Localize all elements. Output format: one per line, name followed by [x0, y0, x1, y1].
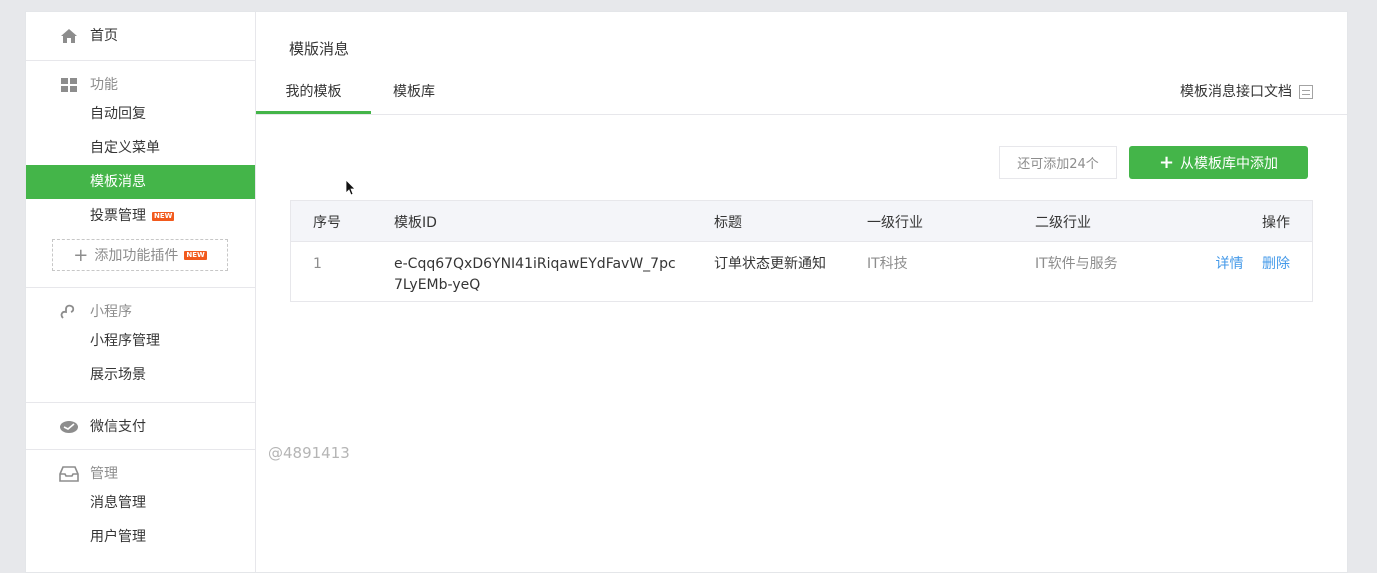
mini-program-icon [59, 302, 79, 322]
cell-index: 1 [313, 256, 322, 272]
tab-my-templates[interactable]: 我的模板 [256, 78, 371, 114]
new-badge: NEW [184, 250, 207, 260]
sidebar-item-label: 小程序管理 [90, 333, 160, 349]
sidebar-item-custom-menu[interactable]: 自定义菜单 [26, 131, 255, 165]
sidebar-item-label: 自定义菜单 [90, 140, 160, 156]
cell-operations: 详情 删除 [1216, 254, 1290, 275]
nav-group-management: 管理 消息管理 用户管理 [26, 450, 255, 564]
cell-title: 订单状态更新通知 [714, 256, 826, 272]
table-row: 1 e-Cqq67QxD6YNI41iRiqawEYdFavW_7pc7LyEM… [291, 242, 1312, 303]
nav-group-wechat-pay: 微信支付 [26, 403, 255, 450]
home-icon [59, 26, 79, 46]
sidebar-item-label: 模板消息 [90, 174, 146, 190]
sidebar-group-label: 小程序 [90, 304, 132, 320]
add-plugin-button[interactable]: + 添加功能插件 NEW [52, 239, 228, 271]
col-header-title: 标题 [714, 215, 742, 231]
tab-template-library[interactable]: 模板库 [378, 78, 450, 114]
plus-icon: + [73, 244, 89, 266]
template-table: 序号 模板ID 标题 一级行业 二级行业 操作 1 e-Cqq67QxD6YNI… [290, 200, 1313, 302]
api-doc-link[interactable]: 模板消息接口文档 [1180, 78, 1313, 106]
watermark: @4891413 [268, 444, 350, 462]
sidebar-item-wechat-pay[interactable]: 微信支付 [26, 415, 255, 439]
sidebar-item-vote-management[interactable]: 投票管理 NEW [26, 199, 255, 233]
sidebar-group-label: 功能 [90, 77, 118, 93]
sidebar: 首页 功能 自动回复 自定义菜单 模板消息 投票管理 NEW + 添加功能插件 … [26, 12, 256, 572]
sidebar-group-title-management: 管理 [26, 462, 255, 486]
sidebar-item-home[interactable]: 首页 [26, 24, 255, 48]
col-header-industry1: 一级行业 [867, 215, 923, 231]
remaining-quota: 还可添加24个 [999, 146, 1117, 179]
col-header-index: 序号 [313, 215, 341, 231]
sidebar-item-mini-program-management[interactable]: 小程序管理 [26, 324, 255, 358]
col-header-template-id: 模板ID [394, 215, 437, 231]
plus-icon: + [1158, 152, 1175, 173]
sidebar-group-label: 管理 [90, 466, 118, 482]
nav-group-mini-program: 小程序 小程序管理 展示场景 [26, 288, 255, 403]
sidebar-item-label: 用户管理 [90, 529, 146, 545]
main-content: 模版消息 我的模板 模板库 模板消息接口文档 还可添加24个 + 从模板库中添加… [256, 12, 1347, 572]
col-header-industry2: 二级行业 [1035, 215, 1091, 231]
sidebar-item-label: 展示场景 [90, 367, 146, 383]
sidebar-group-title-features: 功能 [26, 73, 255, 97]
mouse-cursor-icon [345, 179, 357, 201]
sidebar-item-user-management[interactable]: 用户管理 [26, 520, 255, 554]
add-plugin-label: 添加功能插件 [94, 248, 179, 264]
nav-group-features: 功能 自动回复 自定义菜单 模板消息 投票管理 NEW + 添加功能插件 NEW [26, 61, 255, 288]
col-header-operations: 操作 [1262, 215, 1290, 231]
grid-icon [59, 75, 79, 95]
document-icon [1299, 85, 1313, 99]
cell-industry1: IT科技 [867, 256, 908, 272]
sidebar-item-label: 投票管理 [90, 208, 146, 224]
delete-link[interactable]: 删除 [1262, 256, 1290, 272]
sidebar-item-auto-reply[interactable]: 自动回复 [26, 97, 255, 131]
tab-bar: 我的模板 模板库 模板消息接口文档 [256, 78, 1347, 115]
sidebar-item-message-management[interactable]: 消息管理 [26, 486, 255, 520]
sidebar-item-label: 自动回复 [90, 106, 146, 122]
detail-link[interactable]: 详情 [1216, 256, 1244, 272]
nav-group-home: 首页 [26, 12, 255, 61]
app-frame: 首页 功能 自动回复 自定义菜单 模板消息 投票管理 NEW + 添加功能插件 … [25, 11, 1348, 573]
new-badge: NEW [152, 211, 175, 221]
sidebar-item-label: 消息管理 [90, 495, 146, 511]
sidebar-item-display-scene[interactable]: 展示场景 [26, 358, 255, 392]
sidebar-item-label: 微信支付 [90, 419, 146, 435]
add-button-label: 从模板库中添加 [1180, 155, 1279, 172]
sidebar-item-label: 首页 [90, 28, 118, 44]
wechat-pay-icon [59, 417, 79, 437]
sidebar-group-title-mini-program: 小程序 [26, 300, 255, 324]
api-doc-label: 模板消息接口文档 [1180, 84, 1292, 100]
table-header: 序号 模板ID 标题 一级行业 二级行业 操作 [291, 201, 1312, 242]
cell-template-id: e-Cqq67QxD6YNI41iRiqawEYdFavW_7pc7LyEMb-… [394, 256, 676, 293]
page-title: 模版消息 [289, 40, 350, 58]
sidebar-item-template-message[interactable]: 模板消息 [26, 165, 255, 199]
cell-industry2: IT软件与服务 [1035, 256, 1118, 272]
add-from-library-button[interactable]: + 从模板库中添加 [1129, 146, 1308, 179]
inbox-icon [59, 464, 79, 484]
